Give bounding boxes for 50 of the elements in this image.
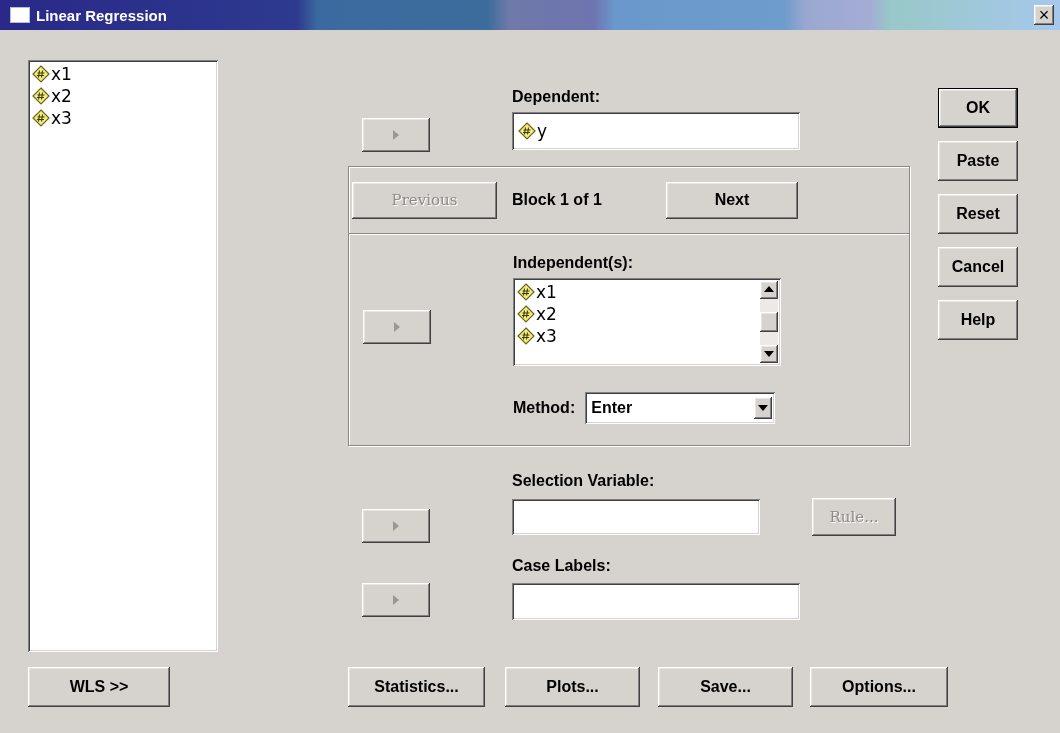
variable-item[interactable]: y (518, 121, 548, 141)
window-icon (10, 7, 30, 23)
move-variable-button[interactable] (362, 118, 430, 152)
variable-item[interactable]: x3 (517, 325, 760, 347)
move-variable-button[interactable] (362, 583, 430, 617)
method-label: Method: (513, 399, 576, 417)
dialog-button[interactable]: Statistics... (348, 667, 485, 707)
dialog-button[interactable]: Reset (938, 194, 1018, 234)
move-variable-button[interactable] (363, 310, 431, 344)
variable-item[interactable]: x2 (32, 85, 215, 107)
variable-item[interactable]: x3 (32, 107, 215, 129)
variable-item[interactable]: x2 (517, 303, 760, 325)
dialog-button[interactable]: Save... (658, 667, 793, 707)
hash-diamond-icon (517, 305, 535, 323)
right-triangle-icon (392, 321, 402, 333)
right-triangle-icon (391, 520, 401, 532)
hash-diamond-icon (517, 283, 535, 301)
method-dropdown[interactable]: Enter (585, 392, 776, 424)
close-button[interactable]: × (1034, 5, 1054, 25)
dialog-button[interactable]: WLS >> (28, 667, 170, 707)
independents-label: Independent(s): (513, 254, 634, 272)
dialog-button[interactable]: Paste (938, 141, 1018, 181)
dependent-field[interactable]: y (512, 112, 800, 150)
right-triangle-icon (391, 129, 401, 141)
block-status: Block 1 of 1 (512, 191, 603, 209)
scroll-up-button[interactable] (760, 281, 778, 299)
dialog-button[interactable]: Help (938, 300, 1018, 340)
dialog-button[interactable]: Plots... (505, 667, 640, 707)
scroll-down-button[interactable] (760, 345, 778, 363)
variable-item[interactable]: x1 (32, 63, 215, 85)
window-title: Linear Regression (36, 6, 168, 24)
hash-diamond-icon (518, 122, 536, 140)
dialog-button[interactable]: OK (938, 88, 1018, 128)
hash-diamond-icon (32, 109, 50, 127)
hash-diamond-icon (517, 327, 535, 345)
move-variable-button[interactable] (362, 509, 430, 543)
hash-diamond-icon (32, 65, 50, 83)
selection-variable-field[interactable] (512, 499, 760, 535)
hash-diamond-icon (32, 87, 50, 105)
next-button[interactable]: Next (666, 181, 798, 219)
scroll-thumb[interactable] (760, 312, 778, 332)
case-labels-field[interactable] (512, 583, 800, 620)
selection-variable-label: Selection Variable: (512, 472, 656, 490)
dialog-button[interactable]: Cancel (938, 247, 1018, 287)
dialog-button[interactable]: Options... (810, 667, 948, 707)
variable-item[interactable]: x1 (517, 281, 760, 303)
case-labels-label: Case Labels: (512, 557, 612, 575)
right-triangle-icon (391, 594, 401, 606)
dependent-label: Dependent: (512, 88, 601, 106)
dropdown-arrow-button[interactable] (754, 397, 773, 419)
